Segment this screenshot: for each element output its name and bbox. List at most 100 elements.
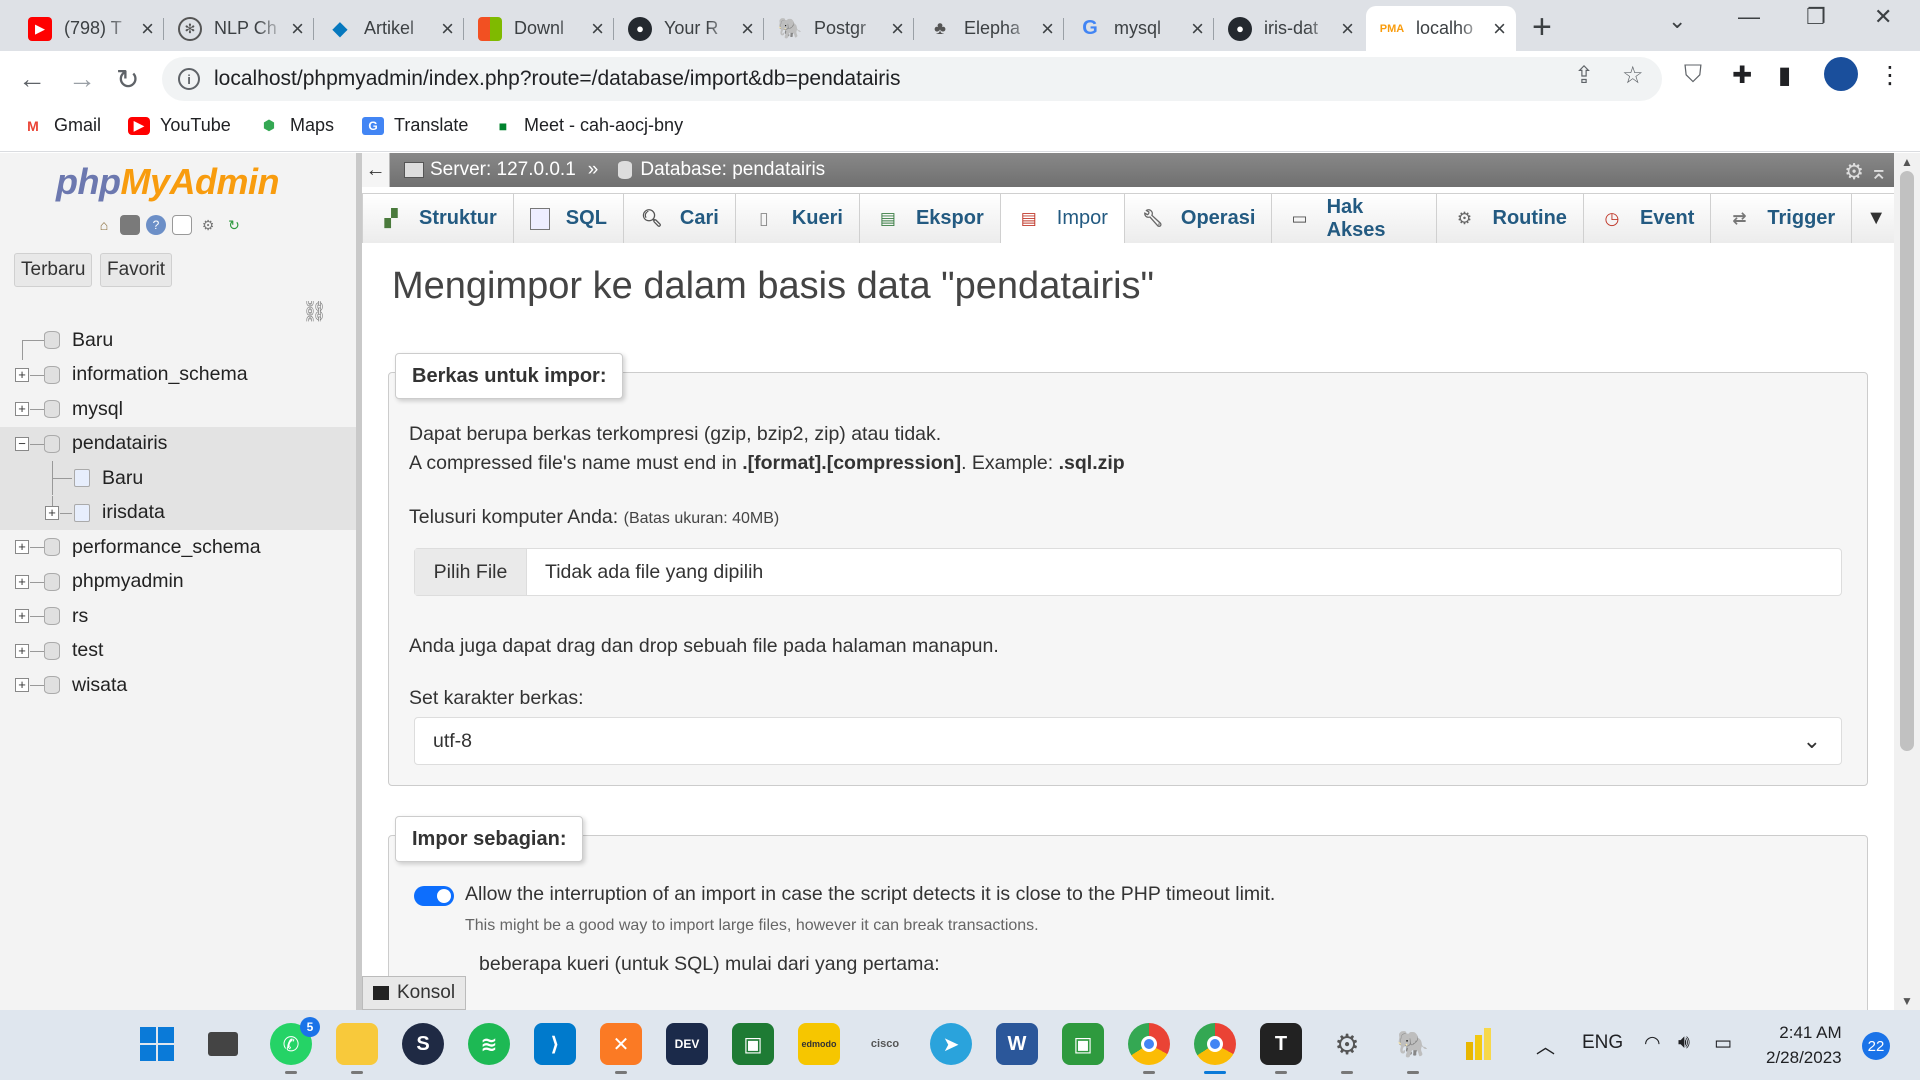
tree-item-new-table[interactable]: Baru [0,461,356,496]
docs-icon[interactable] [172,215,192,235]
menu-icon[interactable]: ⋮ [1878,61,1902,90]
console-toggle[interactable]: Konsol [362,976,467,1010]
start-button[interactable] [136,1023,178,1065]
share-icon[interactable]: ⇪ [1574,61,1594,90]
close-window-button[interactable]: ✕ [1874,4,1892,30]
expand-icon[interactable]: + [15,367,29,382]
minimize-button[interactable]: — [1738,4,1760,30]
tab-event[interactable]: ◷ Event [1582,193,1712,243]
reload-nav-icon[interactable]: ↻ [224,215,244,235]
close-icon[interactable]: × [291,16,304,42]
tab-search-icon[interactable]: ⌄ [1668,8,1686,34]
tree-item-table[interactable]: + irisdata [0,495,356,530]
expand-icon[interactable]: + [45,505,59,520]
shield-extension-icon[interactable]: ⛉ [1684,61,1702,89]
telegram-app[interactable]: ➤ [930,1023,972,1065]
tree-item-database[interactable]: + phpmyadmin [0,565,356,600]
breadcrumb-server[interactable]: Server: 127.0.0.1 [430,159,576,181]
close-icon[interactable]: × [1041,16,1054,42]
scroll-up-icon[interactable]: ▲ [1901,155,1913,169]
link-with-main-panel-icon[interactable]: ⛓ [302,299,327,324]
close-icon[interactable]: × [591,16,604,42]
bookmark-youtube[interactable]: ▶ YouTube [128,115,231,136]
language-indicator[interactable]: ENG [1582,1032,1623,1054]
help-icon[interactable]: ? [146,215,166,235]
tab-kueri[interactable]: ▯ Kueri [734,193,860,243]
file-input[interactable]: Pilih File Tidak ada file yang dipilih [414,548,1842,596]
allow-interrupt-toggle[interactable] [414,886,454,906]
phpmyadmin-logo[interactable]: phpMyAdmin [56,161,279,203]
settings-app[interactable]: ⚙ [1326,1023,1368,1074]
collapse-nav-arrow-icon[interactable]: ← [362,153,390,187]
tab-struktur[interactable]: ▞ Struktur [362,193,514,243]
logout-icon[interactable] [120,215,140,235]
forward-button[interactable]: → [68,63,96,95]
browser-tab[interactable]: ● iris-dat × [1214,6,1364,51]
chrome-app[interactable] [1128,1023,1170,1074]
battery-icon[interactable]: ▭ [1714,1032,1732,1055]
tabs-more-dropdown[interactable]: ▼ [1851,193,1894,243]
settings-gear-icon[interactable]: ⚙ [198,215,218,235]
address-bar[interactable]: i localhost/phpmyadmin/index.php?route=/… [162,57,1662,101]
wifi-icon[interactable]: ◠ [1644,1032,1661,1055]
tab-ekspor[interactable]: ▤ Ekspor [858,193,1001,243]
charset-select[interactable]: utf-8 ⌄ [414,717,1842,765]
tree-item-database[interactable]: + mysql [0,392,356,427]
tree-item-database[interactable]: + test [0,634,356,669]
bookmark-maps[interactable]: ⬢ Maps [258,115,334,136]
page-scrollbar[interactable]: ▲ ▼ [1894,153,1920,1010]
close-icon[interactable]: × [1493,16,1506,42]
choose-file-button[interactable]: Pilih File [415,549,527,595]
vscode-app[interactable]: ⟩ [534,1023,576,1065]
breadcrumb-database[interactable]: Database: pendatairis [640,159,825,181]
bookmark-translate[interactable]: G Translate [362,115,468,136]
expand-icon[interactable]: + [15,402,29,416]
recent-tables-button[interactable]: Terbaru [14,253,93,287]
collapse-top-icon[interactable]: ⌅ [1870,159,1888,185]
tab-trigger[interactable]: ⇄ Trigger [1710,193,1853,243]
expand-icon[interactable]: + [15,574,29,589]
tree-item-new[interactable]: Baru [0,323,356,358]
close-icon[interactable]: × [741,16,754,42]
home-icon[interactable]: ⌂ [94,215,114,235]
browser-tab[interactable]: ◆ Artikel × [314,6,464,51]
close-icon[interactable]: × [1191,16,1204,42]
browser-tab[interactable]: ● Your R × [614,6,764,51]
scrollbar-thumb[interactable] [1900,171,1914,751]
browser-tab[interactable]: Gmysql × [1064,6,1214,51]
scroll-down-icon[interactable]: ▼ [1901,994,1913,1008]
tab-routine[interactable]: ⚙ Routine [1435,193,1584,243]
extensions-icon[interactable]: ✚ [1732,61,1752,90]
tree-item-database[interactable]: + wisata [0,668,356,703]
browser-tab[interactable]: 🐘 Postgr × [764,6,914,51]
tab-sql[interactable]: SQL [512,193,624,243]
chrome-profile-app[interactable] [1194,1023,1236,1074]
file-explorer-app[interactable] [336,1023,378,1074]
clock[interactable]: 2:41 AM 2/28/2023 [1766,1020,1842,1070]
close-icon[interactable]: × [141,16,154,42]
cisco-app[interactable]: cisco [864,1023,906,1065]
close-icon[interactable]: × [1341,16,1354,42]
close-icon[interactable]: × [441,16,454,42]
site-info-icon[interactable]: i [178,68,200,90]
spotify-app[interactable]: ≋ [468,1023,510,1065]
browser-tab[interactable]: ♣ Elepha × [914,6,1064,51]
xampp-app[interactable]: ✕ [600,1023,642,1074]
side-panel-icon[interactable]: ▮ [1778,61,1791,90]
collapse-icon[interactable]: − [15,436,29,451]
profile-avatar[interactable] [1824,57,1858,91]
browser-tab[interactable]: ▶ (798) T × [14,6,164,51]
expand-icon[interactable]: + [15,678,29,692]
classroom-app-2[interactable]: ▣ [1062,1023,1104,1065]
reload-button[interactable]: ↻ [116,63,139,96]
close-icon[interactable]: × [891,16,904,42]
allow-interrupt-label[interactable]: Allow the interruption of an import in c… [465,883,1275,906]
tab-operasi[interactable]: 🔧︎ Operasi [1123,193,1273,243]
notification-badge[interactable]: 22 [1862,1032,1890,1060]
browser-tab[interactable]: Downl × [464,6,614,51]
restore-button[interactable]: ❐ [1806,4,1826,30]
bookmark-gmail[interactable]: M Gmail [22,115,101,136]
expand-icon[interactable]: + [15,540,29,554]
task-view-button[interactable] [202,1023,244,1065]
tree-item-database[interactable]: + performance_schema [0,530,356,565]
